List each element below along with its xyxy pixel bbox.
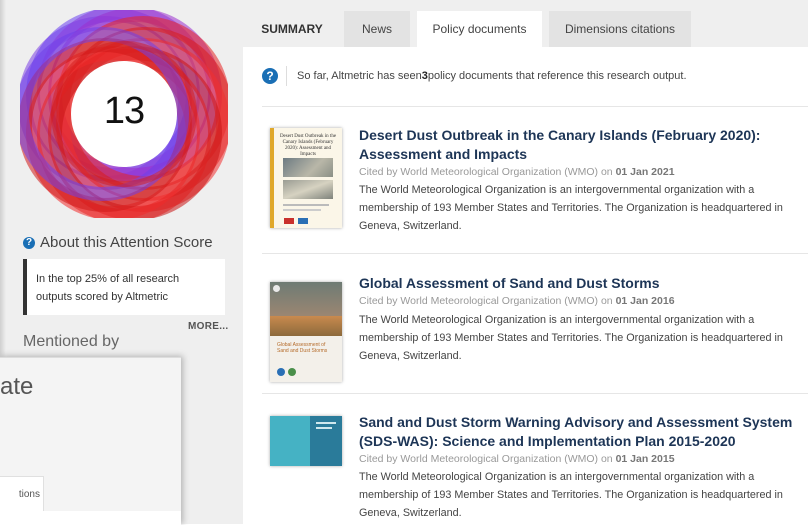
- cited-by-text: Cited by World Meteorological Organizati…: [359, 295, 616, 307]
- cited-by-text: Cited by World Meteorological Organizati…: [359, 453, 616, 465]
- tab-dimensions-citations[interactable]: Dimensions citations: [549, 11, 691, 47]
- thumbnail-title: Desert Dust Outbreak in the Canary Islan…: [279, 134, 337, 157]
- cited-by-text: Cited by World Meteorological Organizati…: [359, 166, 616, 178]
- document-description: The World Meteorological Organization is…: [359, 314, 783, 362]
- document-title-link[interactable]: Sand and Dust Storm Warning Advisory and…: [359, 413, 808, 451]
- question-circle-icon: ?: [23, 236, 35, 249]
- tab-policy-documents[interactable]: Policy documents: [417, 11, 542, 47]
- divider: [286, 66, 287, 86]
- mentioned-by-heading: Mentioned by: [23, 333, 120, 350]
- attention-score-value: 13: [103, 90, 145, 132]
- intro-suffix: policy documents that reference this res…: [427, 70, 687, 82]
- cited-date: 01 Jan 2015: [615, 453, 675, 465]
- overlay-panel: ate tions: [0, 357, 181, 525]
- intro-prefix: So far, Altmetric has seen: [297, 70, 422, 82]
- document-cited-by: Cited by World Meteorological Organizati…: [359, 453, 675, 465]
- about-attention-score-link[interactable]: ? About this Attention Score: [23, 234, 213, 251]
- document-description: The World Meteorological Organization is…: [359, 471, 783, 519]
- score-context-text: In the top 25% of all research outputs s…: [36, 273, 180, 303]
- cited-date: 01 Jan 2021: [615, 166, 675, 178]
- divider: [262, 253, 808, 254]
- question-circle-icon[interactable]: ?: [262, 68, 278, 84]
- divider: [262, 106, 808, 107]
- document-cited-by: Cited by World Meteorological Organizati…: [359, 166, 675, 178]
- document-thumbnail[interactable]: [270, 416, 342, 466]
- more-link[interactable]: MORE...: [188, 321, 228, 332]
- document-title-link[interactable]: Desert Dust Outbreak in the Canary Islan…: [359, 126, 808, 164]
- tab-summary[interactable]: SUMMARY: [243, 11, 341, 47]
- overlay-title-fragment: ate: [0, 373, 34, 400]
- tab-news[interactable]: News: [344, 11, 410, 47]
- divider: [262, 393, 808, 394]
- overlay-tab-fragment[interactable]: tions: [0, 476, 44, 512]
- about-attention-score-label: About this Attention Score: [40, 234, 213, 251]
- score-context-box: In the top 25% of all research outputs s…: [23, 259, 225, 315]
- document-title-link[interactable]: Global Assessment of Sand and Dust Storm…: [359, 274, 808, 293]
- document-thumbnail[interactable]: Global Assessment of Sand and Dust Storm…: [270, 282, 342, 382]
- thumbnail-title: Global Assessment of Sand and Dust Storm…: [277, 342, 328, 354]
- overlay-bottom-strip: [0, 511, 181, 525]
- document-cited-by: Cited by World Meteorological Organizati…: [359, 295, 675, 307]
- document-description: The World Meteorological Organization is…: [359, 184, 783, 232]
- policy-intro: ? So far, Altmetric has seen 3 policy do…: [262, 66, 687, 86]
- document-thumbnail[interactable]: Desert Dust Outbreak in the Canary Islan…: [270, 128, 342, 228]
- cited-date: 01 Jan 2016: [615, 295, 675, 307]
- tabs-bar: SUMMARY News Policy documents Dimensions…: [243, 0, 808, 47]
